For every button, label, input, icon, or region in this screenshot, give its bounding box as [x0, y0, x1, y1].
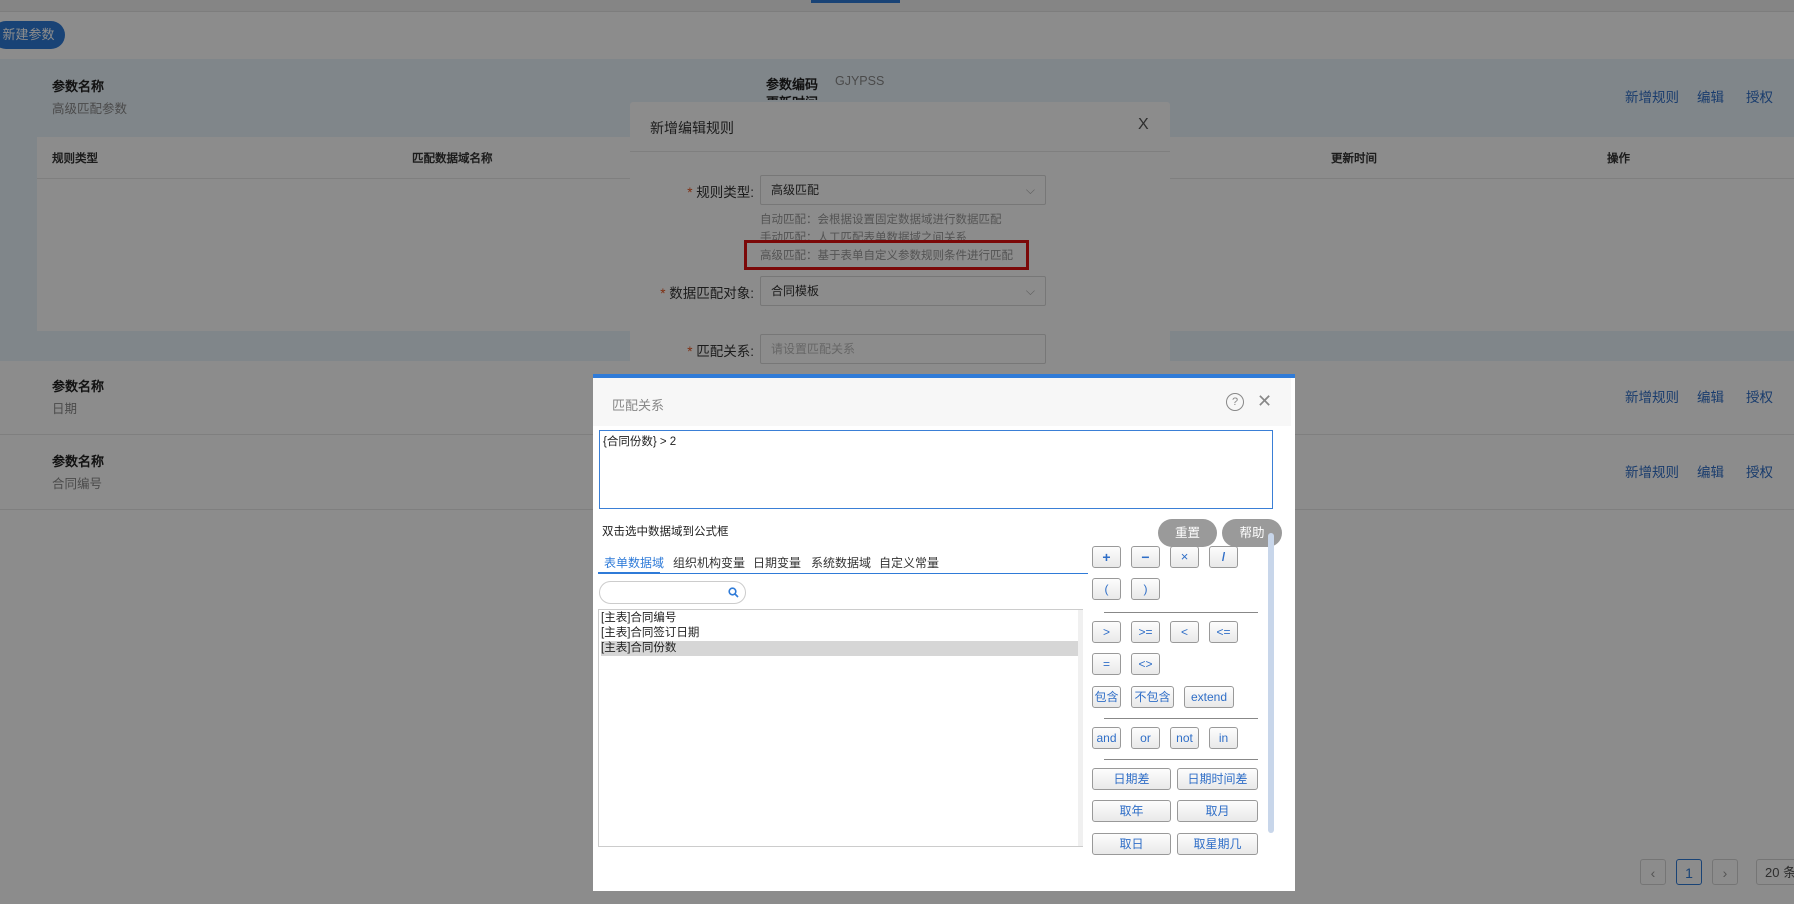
- list-item-selected[interactable]: [主表]合同份数: [601, 641, 1079, 656]
- tab-date-variables[interactable]: 日期变量: [753, 554, 801, 571]
- formula-textarea[interactable]: {合同份数} > 2: [599, 430, 1273, 509]
- tab-form-fields[interactable]: 表单数据域: [604, 554, 664, 571]
- operator-divider: [1104, 718, 1258, 719]
- active-tab-indicator: [598, 572, 660, 574]
- instruction-text: 双击选中数据域到公式框: [602, 526, 729, 538]
- help-icon[interactable]: ?: [1226, 393, 1244, 411]
- list-scrollbar[interactable]: [1078, 610, 1083, 846]
- op-gt-button[interactable]: >: [1092, 621, 1121, 643]
- tab-custom-constants[interactable]: 自定义常量: [879, 554, 939, 571]
- dialog-header: 匹配关系 ? ✕: [593, 378, 1291, 426]
- tab-org-variables[interactable]: 组织机构变量: [673, 554, 745, 571]
- close-icon[interactable]: ✕: [1257, 391, 1272, 412]
- operator-divider: [1104, 612, 1258, 613]
- op-right-paren-button[interactable]: ): [1131, 578, 1160, 600]
- fn-weekday-button[interactable]: 取星期几: [1177, 833, 1258, 855]
- op-gte-button[interactable]: >=: [1131, 621, 1160, 643]
- op-divide-button[interactable]: /: [1209, 546, 1238, 568]
- search-icon: [728, 587, 739, 598]
- fn-day-button[interactable]: 取日: [1092, 833, 1171, 855]
- tab-system-fields[interactable]: 系统数据域: [811, 554, 871, 571]
- op-contains-button[interactable]: 包含: [1092, 686, 1121, 708]
- list-item[interactable]: [主表]合同编号: [601, 611, 1079, 626]
- fn-year-button[interactable]: 取年: [1092, 800, 1171, 822]
- operator-divider: [1104, 759, 1258, 760]
- op-plus-button[interactable]: +: [1092, 546, 1121, 568]
- operator-panel: + − × / ( ) > >= < <= = <> 包含 不包含 extend…: [1089, 528, 1295, 873]
- op-lt-button[interactable]: <: [1170, 621, 1199, 643]
- op-not-button[interactable]: not: [1170, 727, 1199, 749]
- op-extend-button[interactable]: extend: [1184, 686, 1234, 708]
- op-eq-button[interactable]: =: [1092, 653, 1121, 675]
- op-lte-button[interactable]: <=: [1209, 621, 1238, 643]
- field-list: [主表]合同编号 [主表]合同签订日期 [主表]合同份数: [598, 609, 1083, 847]
- fn-datetime-diff-button[interactable]: 日期时间差: [1177, 768, 1258, 790]
- relation-dialog: 匹配关系 ? ✕ {合同份数} > 2 双击选中数据域到公式框 重置 帮助 表单…: [593, 374, 1295, 891]
- op-in-button[interactable]: in: [1209, 727, 1238, 749]
- operator-scrollbar[interactable]: [1268, 533, 1274, 833]
- op-and-button[interactable]: and: [1092, 727, 1121, 749]
- dialog-title: 匹配关系: [612, 398, 665, 413]
- op-multiply-button[interactable]: ×: [1170, 546, 1199, 568]
- field-search-input[interactable]: [599, 581, 746, 604]
- op-neq-button[interactable]: <>: [1131, 653, 1160, 675]
- fn-date-diff-button[interactable]: 日期差: [1092, 768, 1171, 790]
- op-or-button[interactable]: or: [1131, 727, 1160, 749]
- op-minus-button[interactable]: −: [1131, 546, 1160, 568]
- tabs-underline: [598, 573, 1088, 574]
- op-not-contains-button[interactable]: 不包含: [1131, 686, 1174, 708]
- fn-month-button[interactable]: 取月: [1177, 800, 1258, 822]
- op-left-paren-button[interactable]: (: [1092, 578, 1121, 600]
- list-item[interactable]: [主表]合同签订日期: [601, 626, 1079, 641]
